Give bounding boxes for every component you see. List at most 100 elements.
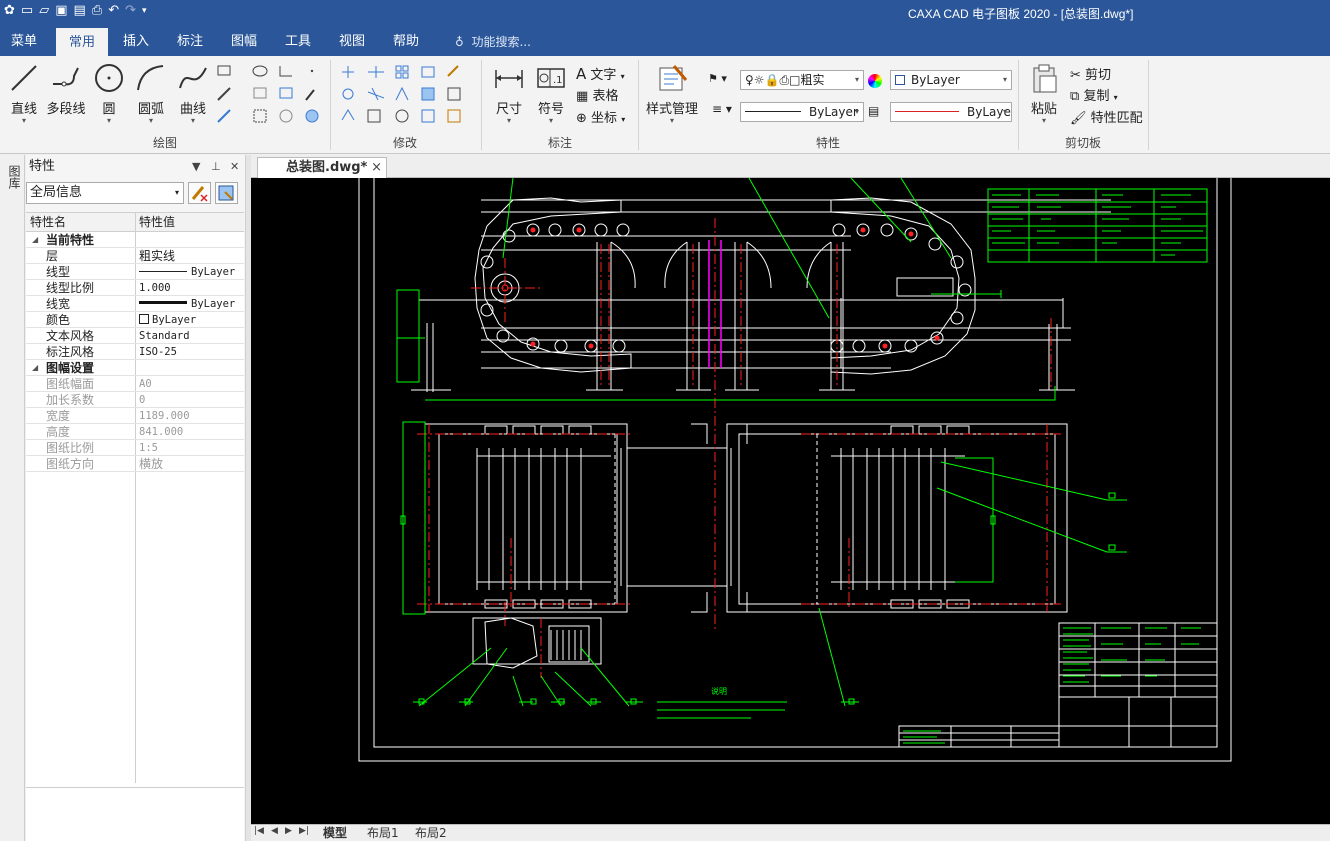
layer-state-icons[interactable]: ⚑ ▾ [708,72,727,85]
clear-selection-button[interactable] [188,182,211,204]
style-manager-button[interactable]: 样式管理 ▾ [644,62,700,125]
separator [1148,60,1149,150]
line-button[interactable]: 直线 ▾ [8,62,40,125]
prop-value[interactable]: 1.000 [139,280,171,296]
table-row[interactable]: 层 粗实线 [26,248,244,264]
prop-value[interactable]: ByLayer [139,312,196,328]
match-properties-button[interactable]: 🖌 特性匹配 [1070,107,1143,126]
symbol-button[interactable]: .1 符号 ▾ [534,62,568,125]
customize-icon[interactable]: ▾ [142,2,147,20]
cut-button[interactable]: ✂ 剪切 [1070,64,1111,83]
text-button[interactable]: A 文字 ▾ [576,64,625,83]
draw-tools-grid[interactable] [214,64,324,130]
table-row[interactable]: 标注风格 ISO-25 [26,344,244,360]
clipboard-group-label: 剪切板 [1064,136,1101,150]
annotate-group-label: 标注 [547,136,572,150]
sheet-outer-border [358,178,1232,762]
table-row[interactable]: 颜色 ByLayer [26,312,244,328]
layout-tab-model[interactable]: 模型 [323,825,347,841]
circle-button[interactable]: 圆 ▾ [93,62,125,125]
table-button[interactable]: ▦ 表格 [576,85,618,104]
lineweight-combo[interactable]: ByLaye ▾ [890,102,1012,122]
circle-label: 圆 [102,102,116,117]
function-search[interactable]: ♁ 功能搜索... [455,28,531,56]
tab-tools[interactable]: 工具 [274,28,322,56]
table-row: 高度 841.000 [26,424,244,440]
table-row[interactable]: 线宽 ByLayer [26,296,244,312]
coordinate-button[interactable]: ⊕ 坐标 ▾ [576,107,625,126]
tab-sheet[interactable]: 图幅 [220,28,268,56]
undo-icon[interactable]: ↶ [108,2,119,20]
arc-button[interactable]: 圆弧 ▾ [134,62,168,125]
library-tab[interactable]: 图库 [4,165,21,189]
section-current[interactable]: ◢ 当前特性 [26,232,244,248]
copy-button[interactable]: ⧉ 复制 ▾ [1070,85,1118,104]
prop-value[interactable]: ByLayer [139,264,235,280]
tab-menu[interactable]: 菜单 [0,28,48,56]
table-row[interactable]: 文本风格 Standard [26,328,244,344]
color-wheel-icon[interactable] [868,74,882,88]
dimension-button[interactable]: 尺寸 ▾ [492,62,526,125]
document-tab[interactable]: 总装图.dwg* × [257,157,387,178]
prop-value[interactable]: ByLayer [139,296,235,312]
layout-tab-1[interactable]: 布局1 [367,825,399,841]
paste-button[interactable]: 粘贴 ▾ [1026,62,1062,125]
tab-common[interactable]: 常用 [56,28,108,56]
linetype-combo-value: ByLayer [809,105,858,119]
tab-insert[interactable]: 插入 [112,28,160,56]
prop-value: 1:5 [139,442,158,454]
redo-icon[interactable]: ↷ [125,2,136,20]
drawing-canvas[interactable]: 说明 [251,178,1330,824]
selection-dropdown[interactable]: 全局信息 ▾ [26,182,184,204]
first-tab-icon[interactable]: |◀ [254,826,264,836]
prop-value[interactable]: ISO-25 [139,344,177,360]
curve-button[interactable]: 曲线 ▾ [176,62,210,125]
coordinate-icon: ⊕ [576,111,587,126]
copy-label: 复制 [1083,89,1110,104]
table-row: 图纸比例 1:5 [26,440,244,456]
app-icon[interactable]: ✿ [4,2,15,20]
table-row[interactable]: 线型比例 1.000 [26,280,244,296]
prev-tab-icon[interactable]: ◀ [271,826,278,836]
section-sheet[interactable]: ◢ 图幅设置 [26,360,244,376]
close-icon[interactable]: ✕ [230,155,239,179]
tab-view[interactable]: 视图 [328,28,376,56]
linetype-combo[interactable]: ByLayer ▾ [740,102,864,122]
close-tab-icon[interactable]: × [371,158,382,178]
line-label: 直线 [10,102,37,117]
pin-icon[interactable]: ⊥ [211,155,221,179]
layer-combo[interactable]: ♀☼🔒⎙□粗实 ▾ [740,70,864,90]
quick-select-button[interactable] [215,182,238,204]
last-tab-icon[interactable]: ▶| [299,826,309,836]
panel-title: 特性 [29,159,56,174]
prop-value[interactable]: Standard [139,328,190,344]
open-icon[interactable]: ▱ [39,2,49,20]
tab-annotate[interactable]: 标注 [166,28,214,56]
save-icon[interactable]: ▣ [55,2,67,20]
new-icon[interactable]: ▭ [21,2,33,20]
prop-name: 层 [46,249,59,263]
library-strip[interactable]: 图库 [0,155,25,841]
next-tab-icon[interactable]: ▶ [285,826,292,836]
print-icon[interactable]: ⎙ [92,2,102,20]
ribbon-tabs: 菜单 常用 插入 标注 图幅 工具 视图 帮助 ♁ 功能搜索... [0,28,1330,56]
col-value-header: 特性值 [139,215,176,229]
linetype-icon[interactable]: ≡ ▾ [712,102,732,116]
pencil-x-icon [191,186,208,202]
table-row[interactable]: 线型 ByLayer [26,264,244,280]
collapse-icon: ◢ [32,363,39,372]
layout-tab-2[interactable]: 布局2 [415,825,447,841]
color-combo[interactable]: ByLayer ▾ [890,70,1012,90]
style-manager-label: 样式管理 [645,102,698,117]
saveas-icon[interactable]: ▤ [74,2,86,20]
panel-menu-icon[interactable]: ▼ [192,155,200,179]
curve-icon [179,67,207,89]
scissors-icon: ✂ [1070,68,1081,83]
color-combo-value: ByLayer [911,73,960,87]
quick-access-toolbar: ✿ ▭ ▱ ▣ ▤ ⎙ ↶ ↷ ▾ [4,2,147,20]
modify-tools-grid[interactable] [338,64,478,130]
polyline-button[interactable]: 多段线 [46,62,86,117]
prop-value[interactable]: 粗实线 [139,248,175,264]
title-bar: ✿ ▭ ▱ ▣ ▤ ⎙ ↶ ↷ ▾ CAXA CAD 电子图板 2020 - [… [0,0,1330,28]
tab-help[interactable]: 帮助 [382,28,430,56]
